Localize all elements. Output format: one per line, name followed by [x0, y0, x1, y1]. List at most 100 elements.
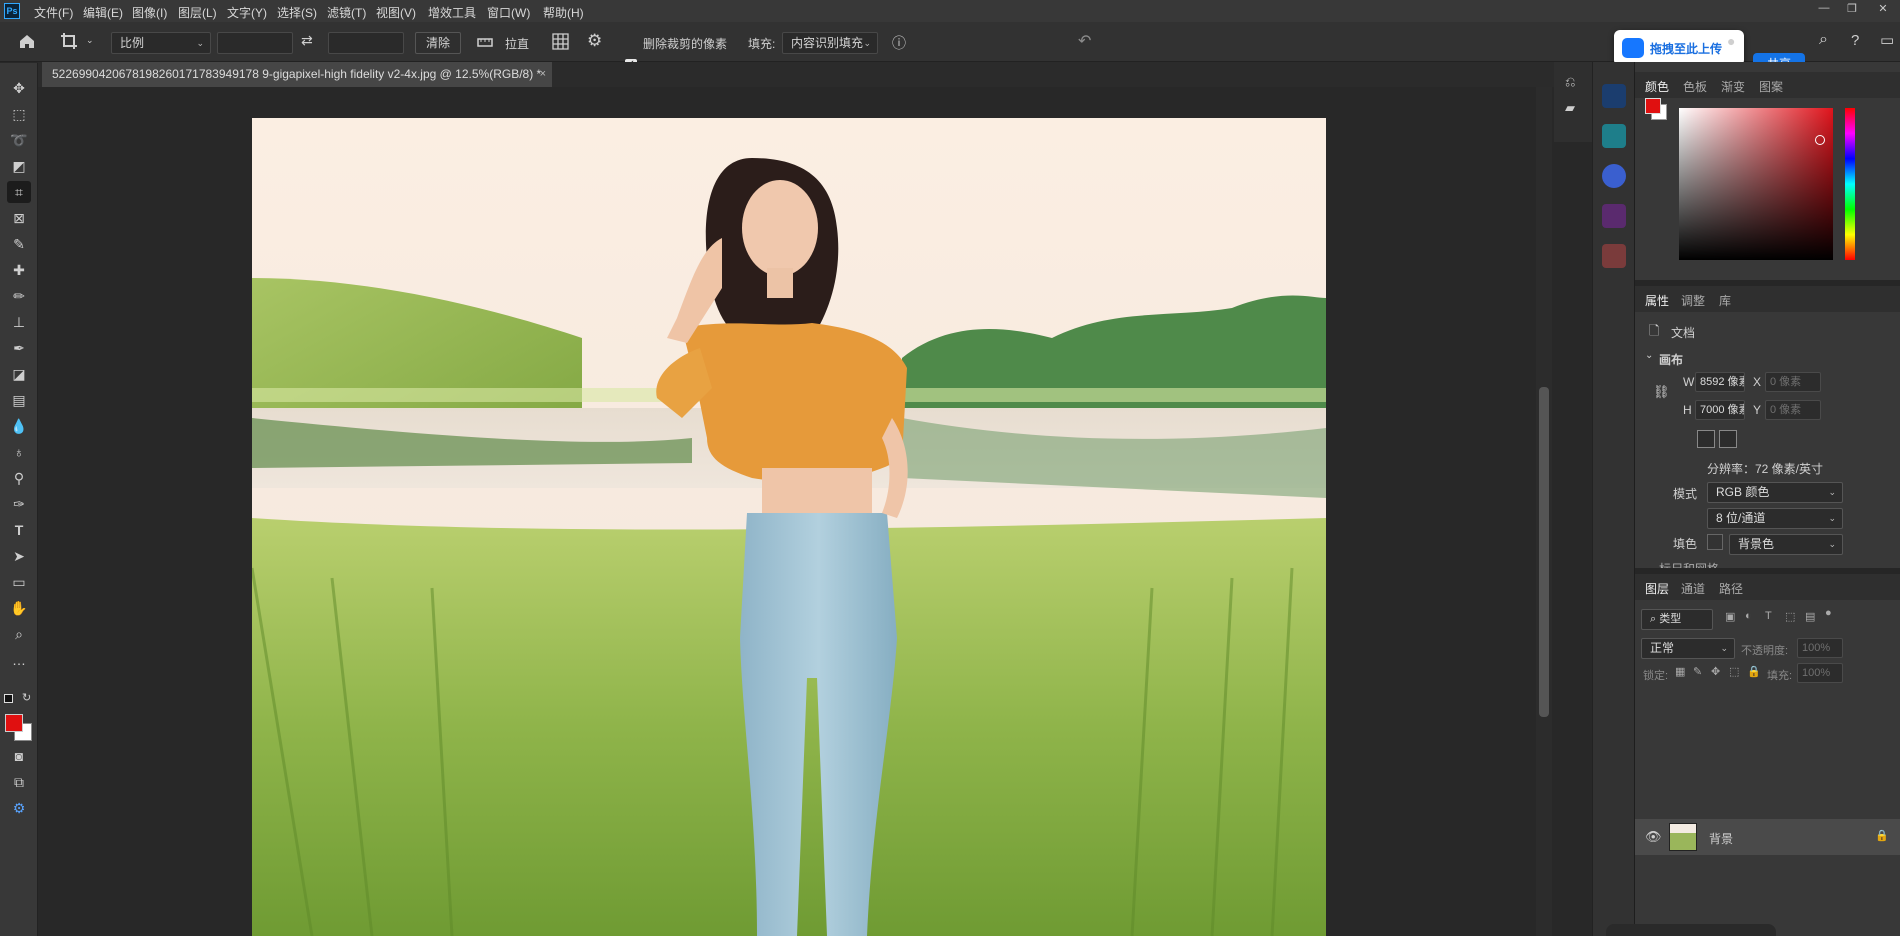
canvas-x-field[interactable]: 0 像素	[1765, 372, 1821, 392]
blend-mode-select[interactable]: 正常 ⌄	[1641, 638, 1735, 659]
layer-name[interactable]: 背景	[1709, 830, 1733, 847]
foreground-color-swatch[interactable]	[5, 714, 23, 732]
rulers-grids-section[interactable]: 标尺和网格	[1659, 560, 1719, 568]
layer-row[interactable]: 👁 背景 🔒	[1635, 819, 1900, 855]
filter-adjust-icon[interactable]: ◐	[1745, 610, 1752, 622]
document-tab[interactable]: 5226990420678198260171783949178 9-gigapi…	[42, 62, 552, 87]
filter-toggle-icon[interactable]: ●	[1825, 607, 1832, 619]
tab-paths[interactable]: 路径	[1719, 580, 1743, 597]
chevron-down-icon[interactable]: ⌄	[1645, 350, 1653, 361]
brush-tool-icon[interactable]: ✏	[7, 285, 31, 307]
canvas-section-title[interactable]: 画布	[1659, 351, 1683, 368]
blur-tool-icon[interactable]: 💧	[7, 415, 31, 437]
lasso-tool-icon[interactable]: ➰	[7, 129, 31, 151]
tab-layers[interactable]: 图层	[1645, 580, 1669, 597]
menu-filter[interactable]: 滤镜(T)	[327, 4, 366, 21]
menu-edit[interactable]: 编辑(E)	[83, 4, 123, 21]
lock-pixels-icon[interactable]: ✎	[1693, 665, 1702, 678]
dodge-tool-icon[interactable]: ♁	[7, 441, 31, 463]
gear-icon[interactable]: ⚙	[587, 31, 602, 51]
depth-select[interactable]: 8 位/通道 ⌄	[1707, 508, 1843, 529]
path-select-icon[interactable]: ➤	[7, 545, 31, 567]
document-image[interactable]	[252, 118, 1326, 936]
ratio-width-input[interactable]	[217, 32, 293, 54]
tab-properties[interactable]: 属性	[1645, 292, 1669, 309]
canvas-height-field[interactable]: 7000 像素	[1695, 400, 1745, 420]
menu-select[interactable]: 选择(S)	[277, 4, 317, 21]
comments-panel-icon[interactable]: ▰	[1565, 100, 1575, 116]
search-icon[interactable]: ⌕	[1819, 31, 1828, 49]
home-icon[interactable]	[18, 33, 36, 50]
pen-tool-icon[interactable]: ✑	[7, 493, 31, 515]
swap-colors-icon[interactable]: ↻	[22, 691, 31, 704]
grid-overlay-icon[interactable]	[552, 33, 569, 50]
close-icon[interactable]: ✕	[1874, 2, 1892, 18]
tab-color[interactable]: 颜色	[1645, 78, 1669, 95]
default-colors-icon[interactable]	[4, 694, 13, 703]
tab-gradients[interactable]: 渐变	[1721, 78, 1745, 95]
menu-window[interactable]: 窗口(W)	[487, 4, 530, 21]
landscape-icon[interactable]	[1719, 430, 1737, 448]
rectangle-tool-icon[interactable]: ▭	[7, 571, 31, 593]
restore-icon[interactable]: ❐	[1843, 2, 1861, 18]
tab-patterns[interactable]: 图案	[1759, 78, 1783, 95]
fill-opacity-field[interactable]: 100%	[1797, 663, 1843, 683]
menu-view[interactable]: 视图(V)	[376, 4, 416, 21]
fill-select[interactable]: 背景色 ⌄	[1729, 534, 1843, 555]
lock-all-icon[interactable]: 🔒	[1747, 665, 1761, 678]
plugin-avatar-icon[interactable]	[1602, 204, 1626, 228]
swap-icon[interactable]: ⇄	[301, 32, 313, 49]
filter-pixel-icon[interactable]: ▣	[1725, 610, 1735, 623]
gradient-tool-icon[interactable]: ▤	[7, 389, 31, 411]
frame-tool-icon[interactable]: ⊠	[7, 207, 31, 229]
history-panel-icon[interactable]: ⎌	[1565, 74, 1575, 90]
clear-button[interactable]: 清除	[415, 32, 461, 54]
link-icon[interactable]: ⛓	[1653, 384, 1670, 400]
menu-layer[interactable]: 图层(L)	[178, 4, 217, 21]
zoom-lens-icon[interactable]: ⚲	[7, 467, 31, 489]
foreground-color-swatch[interactable]	[1645, 98, 1661, 114]
straighten-label[interactable]: 拉直	[505, 35, 529, 52]
color-picker-handle[interactable]	[1815, 135, 1825, 145]
plugin-character-icon[interactable]	[1602, 244, 1626, 268]
color-field[interactable]	[1679, 108, 1833, 260]
scrollbar-thumb[interactable]	[1539, 387, 1549, 717]
fill-swatch[interactable]	[1707, 534, 1723, 550]
crop-tool-icon[interactable]	[60, 32, 78, 50]
layer-filter-select[interactable]: ⌕ 类型	[1641, 609, 1713, 630]
type-tool-icon[interactable]: T	[7, 519, 31, 541]
hand-tool-icon[interactable]: ✋	[7, 597, 31, 619]
more-tools-icon[interactable]: …	[7, 649, 31, 671]
vertical-scrollbar[interactable]	[1536, 87, 1552, 936]
close-tab-icon[interactable]: ×	[540, 62, 546, 87]
portrait-icon[interactable]	[1697, 430, 1715, 448]
workspace-icon[interactable]: ▭	[1880, 31, 1894, 49]
move-tool-icon[interactable]: ✥	[7, 77, 31, 99]
zoom-tool-icon[interactable]: ⌕	[7, 623, 31, 645]
plugin-sphere-icon[interactable]	[1602, 164, 1626, 188]
filter-type-icon[interactable]: T	[1765, 610, 1772, 622]
filter-shape-icon[interactable]: ⬚	[1785, 610, 1795, 623]
healing-brush-icon[interactable]: ✚	[7, 259, 31, 281]
canvas-width-field[interactable]: 8592 像素	[1695, 372, 1745, 392]
upload-button[interactable]: 拖拽至此上传	[1614, 30, 1744, 66]
mode-select[interactable]: RGB 颜色 ⌄	[1707, 482, 1843, 503]
menu-type[interactable]: 文字(Y)	[227, 4, 267, 21]
user-icon[interactable]: ●	[1727, 33, 1735, 49]
marquee-tool-icon[interactable]: ⬚	[7, 103, 31, 125]
tab-channels[interactable]: 通道	[1681, 580, 1705, 597]
menu-plugins[interactable]: 增效工具	[428, 4, 476, 21]
menu-image[interactable]: 图像(I)	[132, 4, 167, 21]
clone-stamp-icon[interactable]: ⊥	[7, 311, 31, 333]
screen-mode-icon[interactable]: ⧉	[7, 771, 31, 793]
eye-icon[interactable]: 👁	[1645, 829, 1662, 845]
reset-icon[interactable]: ↶	[1078, 31, 1091, 51]
tab-swatches[interactable]: 色板	[1683, 78, 1707, 95]
canvas-y-field[interactable]: 0 像素	[1765, 400, 1821, 420]
filter-smart-icon[interactable]: ▤	[1805, 610, 1815, 623]
fill-select[interactable]: 内容识别填充 ⌄	[782, 32, 878, 54]
lock-position-icon[interactable]: ✥	[1711, 665, 1720, 678]
hue-slider[interactable]	[1845, 108, 1855, 260]
help-icon[interactable]: ?	[1851, 32, 1859, 49]
lock-transparency-icon[interactable]: ▦	[1675, 665, 1685, 678]
